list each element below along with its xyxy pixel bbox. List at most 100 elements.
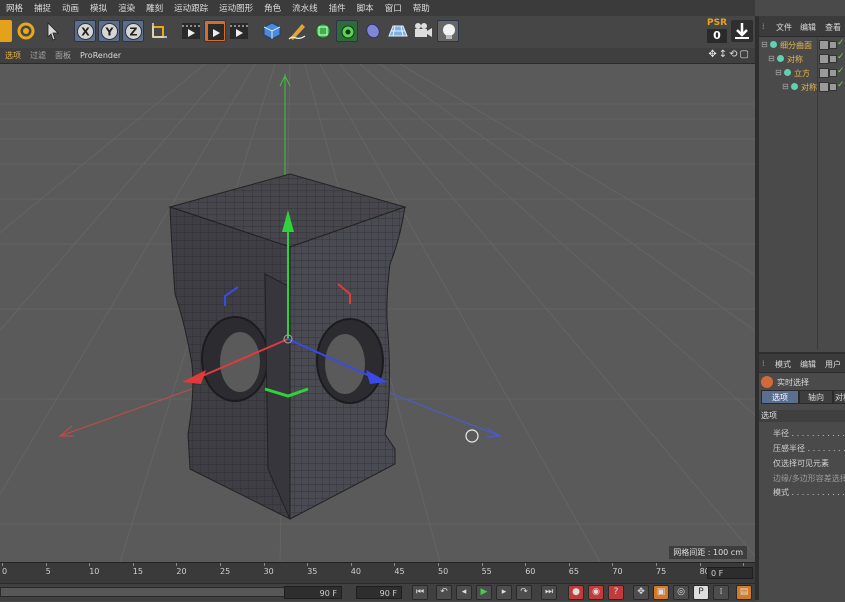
point-level-animation-icon[interactable]: ⁞ [713, 585, 729, 600]
attr-menu-mode[interactable]: 模式 [775, 359, 791, 370]
pen-spline-icon[interactable] [286, 20, 308, 42]
menu-item-script[interactable]: 脚本 [351, 0, 379, 14]
tree-expand-icon[interactable]: ⊟ [782, 82, 789, 91]
play-forward-icon[interactable]: ▶ [476, 585, 492, 600]
psr-indicator: PSR 0 [706, 18, 728, 45]
menu-item-window[interactable]: 窗口 [379, 0, 407, 14]
cube-object-icon[interactable] [261, 20, 283, 42]
record-active-objects-icon[interactable]: ● [568, 585, 584, 600]
view-menu-filter[interactable]: 过滤 [25, 48, 50, 61]
parameter-key-icon[interactable]: P [693, 585, 709, 600]
timeline-ruler[interactable]: 051015202530354045505560657075808590 [0, 562, 797, 583]
tree-expand-icon[interactable]: ⊟ [768, 54, 775, 63]
object-row[interactable]: ⊟ 对称 ✓ [759, 80, 845, 94]
rotate-tool-icon[interactable] [15, 20, 37, 42]
menu-item-motion-tracking[interactable]: 运动跟踪 [168, 0, 213, 14]
z-axis-lock-button[interactable]: Z [122, 20, 144, 42]
attr-menu-user[interactable]: 用户 [825, 359, 841, 370]
object-row[interactable]: ⊟ 立方 ✓ [759, 66, 845, 80]
layer-toggle[interactable] [819, 54, 829, 64]
menu-item-animate[interactable]: 动画 [56, 0, 84, 14]
enabled-check-icon[interactable]: ✓ [837, 80, 845, 90]
menu-item-help[interactable]: 帮助 [407, 0, 435, 14]
previous-frame-icon[interactable]: ◂ [456, 585, 472, 600]
next-frame-icon[interactable]: ▸ [496, 585, 512, 600]
attr-menu-edit[interactable]: 编辑 [800, 359, 816, 370]
object-menu-view[interactable]: 查看 [825, 22, 841, 33]
object-name[interactable]: 对称 [801, 82, 817, 93]
deformer-icon[interactable] [362, 20, 384, 42]
enabled-check-icon[interactable]: ✓ [837, 52, 845, 62]
view-menu-panel[interactable]: 面板 [50, 48, 75, 61]
timeline-window-icon[interactable]: ▤ [736, 585, 752, 600]
menu-item-render[interactable]: 渲染 [112, 0, 140, 14]
object-row[interactable]: ⊟ 细分曲面 ✓ [759, 38, 845, 52]
tree-expand-icon[interactable]: ⊟ [775, 68, 782, 77]
select-tool-icon[interactable] [42, 20, 64, 42]
range-end-field[interactable]: 90 F [284, 586, 342, 599]
y-axis-lock-button[interactable]: Y [98, 20, 120, 42]
go-to-end-icon[interactable]: ⏭ [541, 585, 557, 600]
menu-item-mograph[interactable]: 运动图形 [213, 0, 258, 14]
keyframe-selection-icon[interactable]: ? [608, 585, 624, 600]
object-row[interactable]: ⊟ 对称 ✓ [759, 52, 845, 66]
viewport-navigation-icons[interactable]: ✥↕⟲▢ [708, 49, 751, 60]
camera-icon[interactable] [412, 20, 434, 42]
menu-item-simulate[interactable]: 模拟 [84, 0, 112, 14]
tab-options[interactable]: 选项 [761, 390, 799, 404]
x-axis-lock-button[interactable]: X [74, 20, 96, 42]
layer-toggle[interactable] [819, 82, 829, 92]
menu-item-character[interactable]: 角色 [258, 0, 286, 14]
timeline-tick-mark [568, 563, 570, 566]
tab-axis[interactable]: 轴向 [799, 390, 833, 404]
coordinate-system-icon[interactable] [148, 20, 170, 42]
render-view-icon[interactable] [180, 20, 202, 42]
view-menu-prorender[interactable]: ProRender [75, 49, 125, 60]
object-menu-file[interactable]: 文件 [776, 22, 792, 33]
object-menu-edit[interactable]: 编辑 [800, 22, 816, 33]
timeline-tick-label: 5 [45, 567, 51, 576]
timeline-tick-label: 55 [481, 567, 492, 576]
menu-item-pipeline[interactable]: 流水线 [286, 0, 323, 14]
scale-key-icon[interactable]: ▣ [653, 585, 669, 600]
rotation-key-icon[interactable]: ◎ [673, 585, 689, 600]
object-name[interactable]: 立方 [794, 68, 810, 79]
layer-toggle[interactable] [819, 68, 829, 78]
tree-expand-icon[interactable]: ⊟ [761, 40, 768, 49]
scale-tool-icon[interactable] [0, 20, 12, 42]
object-name[interactable]: 对称 [787, 54, 803, 65]
attribute-manager-panel: ⁞ 模式 编辑 用户 实时选择 选项 轴向 对称 选项 半径 . . . . .… [759, 352, 845, 602]
enabled-check-icon[interactable]: ✓ [837, 66, 845, 76]
previous-keyframe-icon[interactable]: ↶ [436, 585, 452, 600]
light-icon[interactable] [437, 20, 459, 42]
render-region-icon[interactable] [204, 20, 226, 42]
render-to-picture-viewer-icon[interactable] [228, 20, 250, 42]
menu-item-sculpt[interactable]: 雕刻 [140, 0, 168, 14]
menu-item-mesh[interactable]: 网格 [0, 0, 28, 14]
tab-symmetry[interactable]: 对称 [833, 390, 845, 404]
position-key-icon[interactable]: ✥ [633, 585, 649, 600]
enabled-check-icon[interactable]: ✓ [837, 38, 845, 48]
visibility-dots-icon[interactable] [829, 69, 837, 77]
object-name[interactable]: 细分曲面 [780, 40, 812, 51]
current-frame-field[interactable]: 0 F [707, 567, 753, 579]
menu-item-plugins[interactable]: 插件 [323, 0, 351, 14]
next-keyframe-icon[interactable]: ↷ [516, 585, 532, 600]
generator-icon[interactable] [336, 20, 358, 42]
autokeying-icon[interactable]: ◉ [588, 585, 604, 600]
go-to-start-icon[interactable]: ⏮ [412, 585, 428, 600]
3d-viewport[interactable]: 网格间距 : 100 cm [0, 64, 755, 562]
visibility-dots-icon[interactable] [829, 55, 837, 63]
layer-toggle[interactable] [819, 40, 829, 50]
psr-label: PSR [706, 18, 727, 28]
max-frame-field[interactable]: 90 F [356, 586, 402, 599]
floor-environment-icon[interactable] [387, 20, 409, 42]
menu-item-snap[interactable]: 捕捉 [28, 0, 56, 14]
timeline-tick-mark [394, 563, 396, 566]
view-menu-options[interactable]: 选项 [0, 48, 25, 61]
visibility-dots-icon[interactable] [829, 83, 837, 91]
download-arrow-icon[interactable] [731, 20, 753, 42]
timeline-tick-mark [45, 563, 47, 566]
visibility-dots-icon[interactable] [829, 41, 837, 49]
subdivision-surface-icon[interactable] [312, 20, 334, 42]
